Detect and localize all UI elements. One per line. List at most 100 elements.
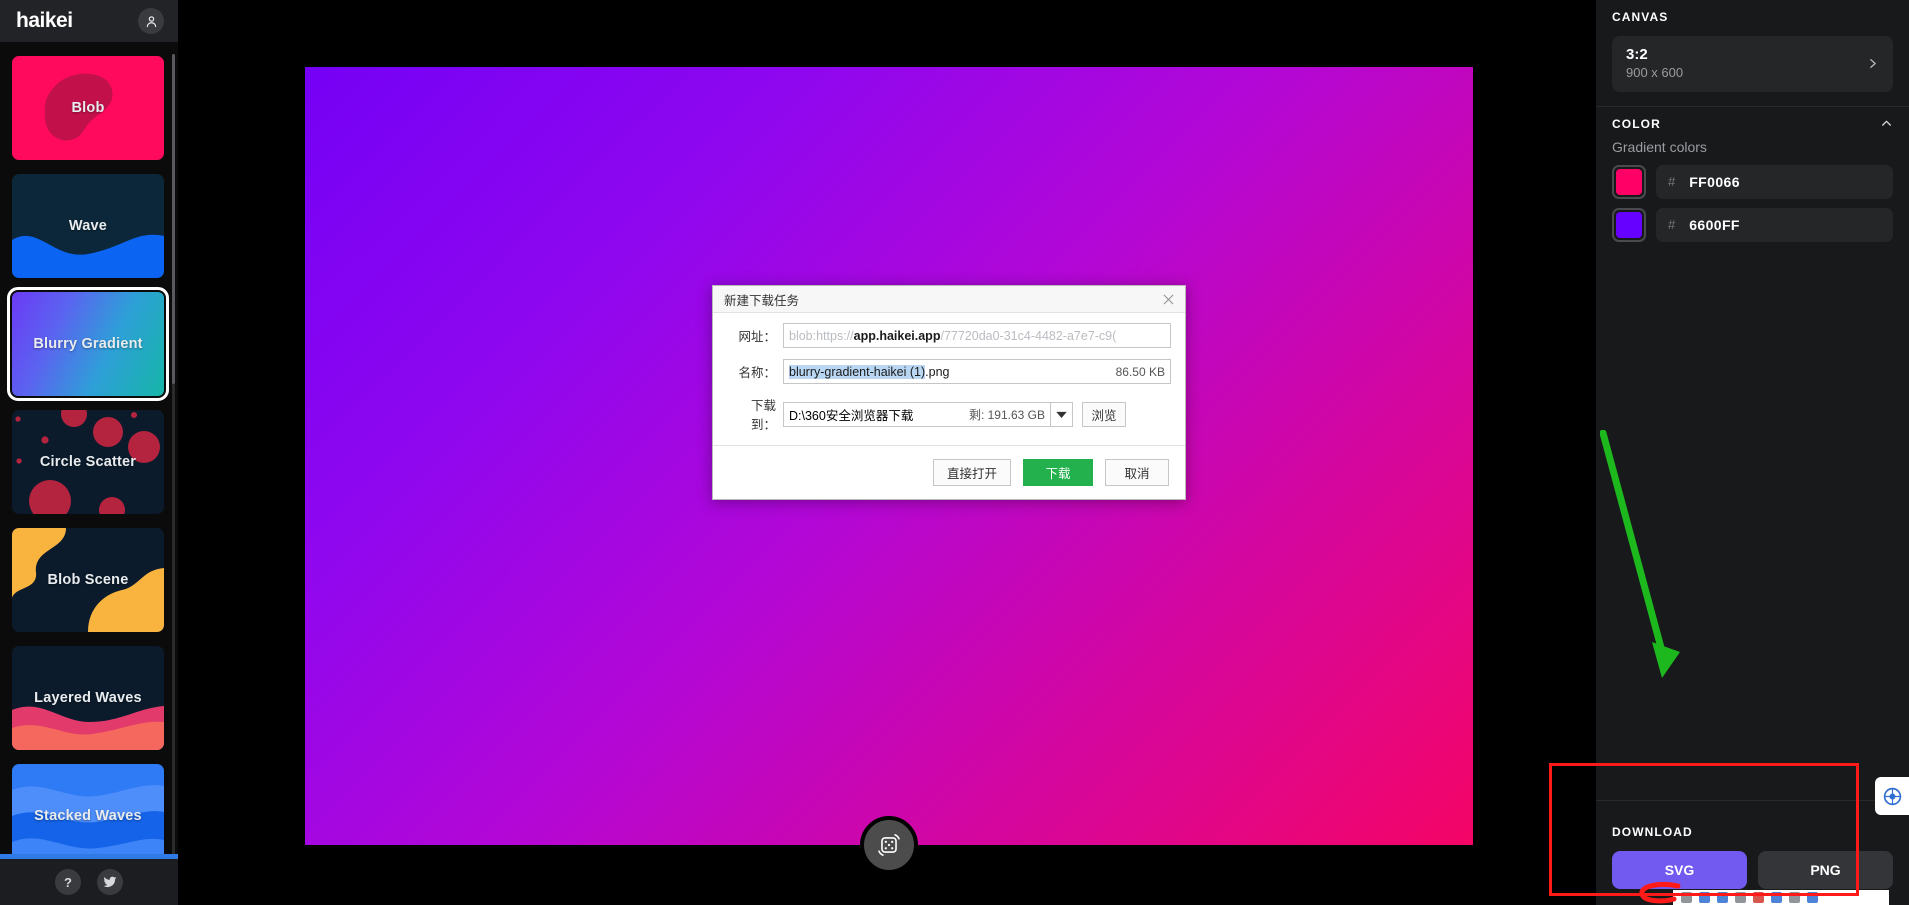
sidebar-preset-scroll[interactable]: Blob Wave Blurry Gradient Circle Scatter…: [0, 42, 178, 859]
sidebar-item-label: Blob Scene: [47, 572, 129, 588]
taskbar-icon[interactable]: [1789, 892, 1800, 903]
path-row: 下载到： D:\360安全浏览器下载 剩: 191.63 GB 浏览: [727, 395, 1171, 433]
hash-symbol: #: [1668, 217, 1676, 233]
url-input[interactable]: blob:https://app.haikei.app/77720da0-31c…: [783, 323, 1171, 348]
download-svg-button[interactable]: SVG: [1612, 851, 1747, 889]
sidebar-item-label: Layered Waves: [34, 690, 142, 706]
canvas-section: CANVAS 3:2 900 x 600: [1596, 0, 1909, 106]
sidebar-preset-list: Blob Wave Blurry Gradient Circle Scatter…: [0, 56, 178, 859]
color-row-1: # FF0066: [1612, 164, 1893, 199]
filename-selected-text: blurry-gradient-haikei (1): [789, 364, 926, 379]
canvas-dimensions: 900 x 600: [1626, 64, 1684, 80]
url-label: 网址：: [738, 330, 776, 344]
url-row: 网址： blob:https://app.haikei.app/77720da0…: [727, 323, 1171, 348]
share-badge-icon: [1883, 787, 1901, 805]
url-prefix: blob:https://: [789, 328, 854, 343]
twitter-bird-icon: [103, 876, 117, 888]
color-swatch-button-1[interactable]: [1612, 164, 1646, 199]
download-task-dialog: 新建下载任务 网址： blob:https://app.haikei.app/7…: [712, 285, 1186, 500]
help-label: ?: [64, 874, 72, 890]
sidebar-item-label: Blurry Gradient: [33, 336, 143, 352]
sidebar-item-stacked-waves[interactable]: Stacked Waves: [12, 764, 164, 859]
hex-value-2: 6600FF: [1689, 216, 1740, 233]
sidebar-progress-bar: [0, 854, 178, 859]
taskbar-icon[interactable]: [1699, 892, 1710, 903]
taskbar-icon[interactable]: [1735, 892, 1746, 903]
color-row-2: # 6600FF: [1612, 207, 1893, 242]
download-confirm-button[interactable]: 下载: [1023, 459, 1093, 486]
sidebar-item-circle-scatter[interactable]: Circle Scatter: [12, 410, 164, 514]
close-x-icon[interactable]: [1160, 291, 1177, 308]
file-size-label: 86.50 KB: [1115, 364, 1165, 379]
sidebar-item-label: Stacked Waves: [34, 808, 142, 824]
canvas-size-text: 3:2 900 x 600: [1626, 46, 1683, 82]
color-section-title[interactable]: COLOR: [1612, 117, 1893, 131]
path-input[interactable]: D:\360安全浏览器下载 剩: 191.63 GB: [783, 401, 1051, 427]
filename-extension: .png: [925, 364, 950, 379]
path-dropdown-button[interactable]: [1051, 401, 1073, 427]
dialog-body: 网址： blob:https://app.haikei.app/77720da0…: [713, 312, 1185, 445]
twitter-button[interactable]: [97, 869, 123, 895]
browse-button[interactable]: 浏览: [1082, 401, 1126, 427]
download-section-label: DOWNLOAD: [1612, 825, 1693, 839]
left-sidebar: haikei Blob Wave Blurry Gradient Circle …: [0, 0, 178, 905]
sidebar-item-label: Blob: [71, 100, 105, 116]
color-swatch-2: [1616, 211, 1642, 238]
url-host: app.haikei.app: [853, 328, 941, 343]
sidebar-item-blob-scene[interactable]: Blob Scene: [12, 528, 164, 632]
path-value: D:\360安全浏览器下载: [789, 408, 914, 423]
sidebar-item-label: Wave: [68, 218, 108, 234]
dice-shuffle-icon: [878, 834, 900, 856]
dialog-title: 新建下载任务: [724, 293, 800, 308]
chevron-right-icon: [1870, 59, 1876, 69]
open-directly-button[interactable]: 直接打开: [932, 459, 1011, 486]
sidebar-header: haikei: [0, 0, 178, 42]
download-buttons: SVG PNG: [1612, 851, 1893, 889]
dialog-title-bar: 新建下载任务: [713, 286, 1185, 312]
taskbar-icon[interactable]: [1753, 892, 1764, 903]
sidebar-scrollbar-thumb[interactable]: [172, 54, 175, 384]
sidebar-item-layered-waves[interactable]: Layered Waves: [12, 646, 164, 750]
chevron-up-icon[interactable]: [1880, 117, 1893, 130]
taskbar-icon[interactable]: [1807, 892, 1818, 903]
app-logo[interactable]: haikei: [16, 9, 73, 33]
user-avatar-icon: [146, 15, 156, 27]
hex-input-2[interactable]: # 6600FF: [1656, 207, 1893, 242]
chevron-down-icon: [1056, 411, 1067, 418]
user-avatar-button[interactable]: [138, 8, 164, 34]
canvas-section-title: CANVAS: [1612, 10, 1893, 24]
color-section-label: COLOR: [1612, 116, 1661, 131]
url-suffix: /77720da0-31c4-4482-a7e7-c9(: [940, 328, 1117, 343]
dialog-footer: 直接打开 下载 取消: [713, 445, 1185, 499]
canvas-size-card[interactable]: 3:2 900 x 600: [1612, 36, 1893, 92]
taskbar-popup[interactable]: [1673, 890, 1889, 905]
gradient-colors-label: Gradient colors: [1612, 138, 1707, 155]
help-button[interactable]: ?: [55, 869, 81, 895]
canvas-section-label: CANVAS: [1612, 10, 1669, 24]
cancel-button[interactable]: 取消: [1105, 459, 1169, 486]
path-label: 下载到：: [750, 399, 776, 432]
sidebar-item-label: Circle Scatter: [39, 454, 137, 470]
canvas-ratio: 3:2: [1626, 46, 1648, 63]
hex-value-1: FF0066: [1689, 173, 1740, 190]
hex-input-1[interactable]: # FF0066: [1656, 164, 1893, 199]
download-divider: [1596, 800, 1909, 801]
right-panel: CANVAS 3:2 900 x 600 COLOR Gradient colo…: [1596, 0, 1909, 905]
sidebar-item-blob[interactable]: Blob: [12, 56, 164, 160]
sidebar-item-blurry-gradient[interactable]: Blurry Gradient: [7, 287, 169, 401]
hash-symbol: #: [1668, 174, 1676, 190]
filename-input[interactable]: blurry-gradient-haikei (1) .png 86.50 KB: [783, 359, 1171, 384]
share-badge[interactable]: [1875, 777, 1909, 815]
color-swatch-button-2[interactable]: [1612, 207, 1646, 242]
taskbar-icon[interactable]: [1717, 892, 1728, 903]
taskbar-icon[interactable]: [1681, 892, 1692, 903]
taskbar-icon[interactable]: [1771, 892, 1782, 903]
sidebar-footer: ?: [0, 859, 178, 905]
sidebar-item-wave[interactable]: Wave: [12, 174, 164, 278]
download-png-button[interactable]: PNG: [1758, 851, 1893, 889]
app-root: haikei Blob Wave Blurry Gradient Circle …: [0, 0, 1909, 905]
randomize-button[interactable]: [860, 816, 918, 874]
free-space-label: 剩: 191.63 GB: [968, 407, 1045, 422]
color-swatch-1: [1616, 168, 1642, 195]
name-row: 名称： blurry-gradient-haikei (1) .png 86.50…: [727, 359, 1171, 384]
